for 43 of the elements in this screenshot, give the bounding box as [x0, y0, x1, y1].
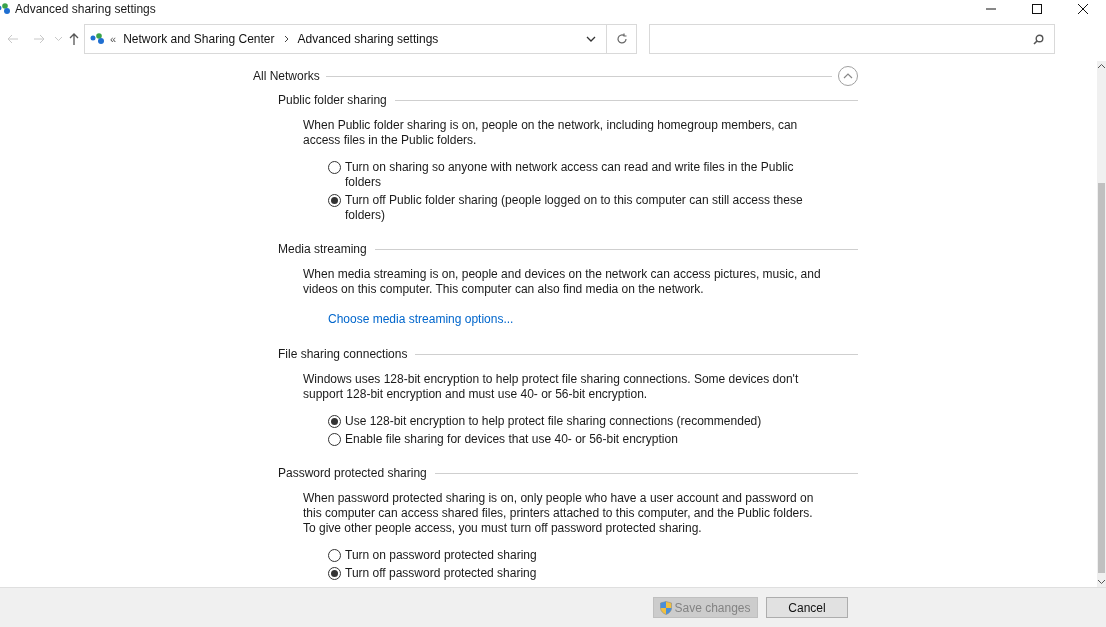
- search-field[interactable]: [649, 24, 1055, 54]
- section-title: Public folder sharing: [278, 92, 387, 109]
- group-title: All Networks: [253, 68, 320, 85]
- radio-label[interactable]: Use 128-bit encryption to help protect file sharing connections (recommended): [345, 414, 802, 429]
- radio-label[interactable]: Enable file sharing for devices that use 40- or 56-bit encryption: [345, 432, 718, 447]
- radio-button[interactable]: [328, 161, 341, 174]
- refresh-icon: [615, 33, 628, 45]
- section-description: Windows uses 128-bit encryption to help protect file sharing connections. Some devices don't support 128-bit encryption and must use 40- or 56-bit encryption.: [302, 372, 800, 402]
- section-description: When media streaming is on, people and devices on the network can access pictures, music, and videos on this computer. This computer can also find media on the network.: [302, 267, 822, 297]
- radio-button[interactable]: [328, 567, 341, 580]
- dropdown-icon[interactable]: [586, 36, 596, 42]
- back-arrow-icon: [7, 34, 19, 44]
- cancel-button[interactable]: Cancel: [766, 597, 848, 618]
- close-icon: [1078, 3, 1088, 14]
- section-description: When Public folder sharing is on, people on the network, including homegroup members, can access files in the Public folders.: [302, 118, 799, 148]
- maximize-icon: [1032, 3, 1042, 14]
- radio-button[interactable]: [328, 549, 341, 562]
- section-title: Media streaming: [278, 241, 367, 258]
- address-bar[interactable]: « Network and Sharing Center Advanced sharing settings: [84, 24, 637, 54]
- radio-button[interactable]: [328, 415, 341, 428]
- chevron-up-icon: [843, 73, 853, 79]
- radio-label[interactable]: Turn off password protected sharing: [345, 566, 577, 581]
- forward-arrow-icon: [33, 34, 45, 44]
- breadcrumb[interactable]: Network and Sharing Center: [123, 30, 275, 48]
- scrollbar[interactable]: [1097, 61, 1106, 587]
- caret-icon: [54, 37, 62, 41]
- radio-label[interactable]: Turn on sharing so anyone with network access can read and write files in the Public folders: [345, 160, 858, 190]
- network-icon: [0, 2, 12, 15]
- radio-button[interactable]: [328, 433, 341, 446]
- chevron-icon[interactable]: [283, 35, 289, 43]
- network-icon: [90, 33, 106, 45]
- radio-label[interactable]: Turn on password protected sharing: [345, 548, 577, 563]
- radio-button[interactable]: [328, 194, 341, 207]
- up-arrow-icon: [69, 33, 79, 45]
- section-description: When password protected sharing is on, only people who have a user account and password on this computer can access shared files, printers attached to this computer, and the Public folders. To give other people access, you must turn off password protected sharing.: [302, 491, 815, 536]
- section-title: File sharing connections: [278, 346, 408, 363]
- radio-label[interactable]: Turn off Public folder sharing (people logged on to this computer can still access these folders): [345, 193, 858, 223]
- window-title: Advanced sharing settings: [15, 0, 156, 18]
- search-icon: [1033, 33, 1044, 45]
- overflow-mark[interactable]: «: [110, 30, 117, 48]
- section-title: Password protected sharing: [278, 465, 427, 482]
- breadcrumb[interactable]: Advanced sharing settings: [297, 30, 439, 48]
- media-streaming-link[interactable]: Choose media streaming options...: [328, 310, 514, 328]
